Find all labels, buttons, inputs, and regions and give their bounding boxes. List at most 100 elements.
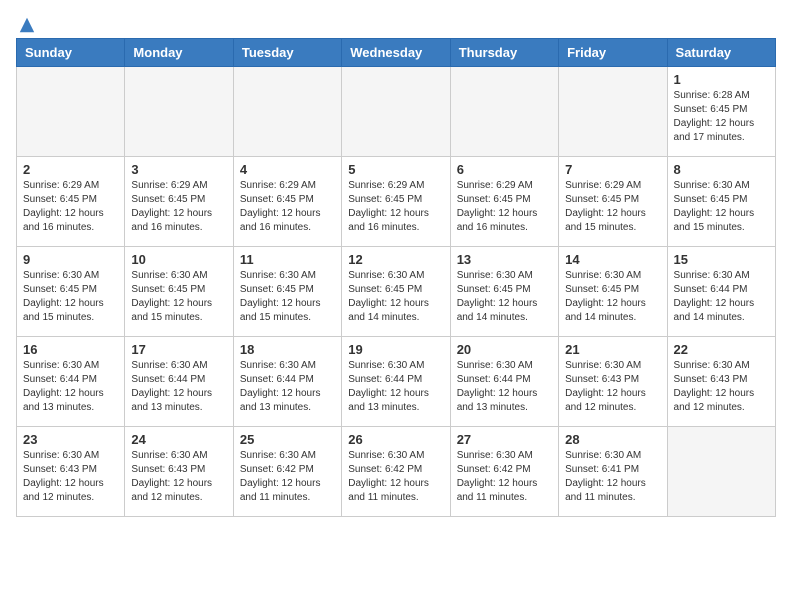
calendar-cell: 26 Sunrise: 6:30 AM Sunset: 6:42 PM Dayli… bbox=[342, 427, 450, 517]
calendar-cell: 10 Sunrise: 6:30 AM Sunset: 6:45 PM Dayli… bbox=[125, 247, 233, 337]
calendar-week-row: 23 Sunrise: 6:30 AM Sunset: 6:43 PM Dayli… bbox=[17, 427, 776, 517]
day-info: Sunrise: 6:28 AM Sunset: 6:45 PM Dayligh… bbox=[674, 89, 769, 145]
calendar-cell: 28 Sunrise: 6:30 AM Sunset: 6:41 PM Dayli… bbox=[559, 427, 667, 517]
day-info: Sunrise: 6:30 AM Sunset: 6:45 PM Dayligh… bbox=[131, 269, 226, 325]
calendar-cell bbox=[17, 67, 125, 157]
day-info: Sunrise: 6:30 AM Sunset: 6:44 PM Dayligh… bbox=[240, 359, 335, 415]
day-number: 12 bbox=[348, 252, 443, 267]
calendar-cell: 3 Sunrise: 6:29 AM Sunset: 6:45 PM Daylig… bbox=[125, 157, 233, 247]
day-info: Sunrise: 6:30 AM Sunset: 6:42 PM Dayligh… bbox=[348, 449, 443, 505]
day-number: 9 bbox=[23, 252, 118, 267]
logo-icon bbox=[18, 16, 36, 34]
calendar-cell: 13 Sunrise: 6:30 AM Sunset: 6:45 PM Dayli… bbox=[450, 247, 558, 337]
day-info: Sunrise: 6:30 AM Sunset: 6:45 PM Dayligh… bbox=[674, 179, 769, 235]
day-number: 25 bbox=[240, 432, 335, 447]
calendar-cell: 7 Sunrise: 6:29 AM Sunset: 6:45 PM Daylig… bbox=[559, 157, 667, 247]
day-number: 26 bbox=[348, 432, 443, 447]
calendar-cell: 22 Sunrise: 6:30 AM Sunset: 6:43 PM Dayli… bbox=[667, 337, 775, 427]
day-number: 1 bbox=[674, 72, 769, 87]
day-info: Sunrise: 6:29 AM Sunset: 6:45 PM Dayligh… bbox=[348, 179, 443, 235]
calendar-cell: 15Sunrise: 6:30 AM Sunset: 6:44 PM Dayli… bbox=[667, 247, 775, 337]
day-info: Sunrise: 6:30 AM Sunset: 6:45 PM Dayligh… bbox=[457, 269, 552, 325]
day-info: Sunrise: 6:30 AM Sunset: 6:44 PM Dayligh… bbox=[457, 359, 552, 415]
calendar-header-thursday: Thursday bbox=[450, 39, 558, 67]
day-number: 7 bbox=[565, 162, 660, 177]
day-number: 4 bbox=[240, 162, 335, 177]
day-number: 23 bbox=[23, 432, 118, 447]
calendar-week-row: 9 Sunrise: 6:30 AM Sunset: 6:45 PM Daylig… bbox=[17, 247, 776, 337]
calendar-header-row: SundayMondayTuesdayWednesdayThursdayFrid… bbox=[17, 39, 776, 67]
day-info: Sunrise: 6:30 AM Sunset: 6:41 PM Dayligh… bbox=[565, 449, 660, 505]
calendar-cell: 21 Sunrise: 6:30 AM Sunset: 6:43 PM Dayli… bbox=[559, 337, 667, 427]
day-number: 6 bbox=[457, 162, 552, 177]
calendar-cell: 12 Sunrise: 6:30 AM Sunset: 6:45 PM Dayli… bbox=[342, 247, 450, 337]
day-info: Sunrise: 6:30 AM Sunset: 6:45 PM Dayligh… bbox=[23, 269, 118, 325]
day-number: 14 bbox=[565, 252, 660, 267]
calendar-cell: 16 Sunrise: 6:30 AM Sunset: 6:44 PM Dayli… bbox=[17, 337, 125, 427]
calendar-cell: 2 Sunrise: 6:29 AM Sunset: 6:45 PM Daylig… bbox=[17, 157, 125, 247]
day-number: 27 bbox=[457, 432, 552, 447]
day-info: Sunrise: 6:29 AM Sunset: 6:45 PM Dayligh… bbox=[565, 179, 660, 235]
calendar-cell bbox=[342, 67, 450, 157]
day-info: Sunrise: 6:30 AM Sunset: 6:45 PM Dayligh… bbox=[565, 269, 660, 325]
day-number: 8 bbox=[674, 162, 769, 177]
calendar-cell: 11Sunrise: 6:30 AM Sunset: 6:45 PM Dayli… bbox=[233, 247, 341, 337]
day-number: 5 bbox=[348, 162, 443, 177]
logo bbox=[16, 16, 36, 30]
day-number: 17 bbox=[131, 342, 226, 357]
day-number: 19 bbox=[348, 342, 443, 357]
calendar-header-wednesday: Wednesday bbox=[342, 39, 450, 67]
header bbox=[16, 16, 776, 30]
calendar-table: SundayMondayTuesdayWednesdayThursdayFrid… bbox=[16, 38, 776, 517]
calendar-cell bbox=[233, 67, 341, 157]
day-info: Sunrise: 6:30 AM Sunset: 6:43 PM Dayligh… bbox=[565, 359, 660, 415]
calendar-cell: 17 Sunrise: 6:30 AM Sunset: 6:44 PM Dayli… bbox=[125, 337, 233, 427]
calendar-cell: 4 Sunrise: 6:29 AM Sunset: 6:45 PM Daylig… bbox=[233, 157, 341, 247]
day-info: Sunrise: 6:30 AM Sunset: 6:42 PM Dayligh… bbox=[457, 449, 552, 505]
day-info: Sunrise: 6:30 AM Sunset: 6:45 PM Dayligh… bbox=[240, 269, 335, 325]
calendar-cell bbox=[667, 427, 775, 517]
calendar-week-row: 16 Sunrise: 6:30 AM Sunset: 6:44 PM Dayli… bbox=[17, 337, 776, 427]
day-info: Sunrise: 6:29 AM Sunset: 6:45 PM Dayligh… bbox=[131, 179, 226, 235]
day-info: Sunrise: 6:29 AM Sunset: 6:45 PM Dayligh… bbox=[240, 179, 335, 235]
day-number: 16 bbox=[23, 342, 118, 357]
day-info: Sunrise: 6:30 AM Sunset: 6:44 PM Dayligh… bbox=[131, 359, 226, 415]
calendar-cell: 19 Sunrise: 6:30 AM Sunset: 6:44 PM Dayli… bbox=[342, 337, 450, 427]
day-info: Sunrise: 6:30 AM Sunset: 6:45 PM Dayligh… bbox=[348, 269, 443, 325]
day-info: Sunrise: 6:30 AM Sunset: 6:44 PM Dayligh… bbox=[348, 359, 443, 415]
day-number: 28 bbox=[565, 432, 660, 447]
calendar-cell bbox=[450, 67, 558, 157]
calendar-cell: 5 Sunrise: 6:29 AM Sunset: 6:45 PM Daylig… bbox=[342, 157, 450, 247]
day-number: 13 bbox=[457, 252, 552, 267]
day-number: 22 bbox=[674, 342, 769, 357]
calendar-cell: 27 Sunrise: 6:30 AM Sunset: 6:42 PM Dayli… bbox=[450, 427, 558, 517]
day-info: Sunrise: 6:30 AM Sunset: 6:43 PM Dayligh… bbox=[674, 359, 769, 415]
calendar-cell: 18 Sunrise: 6:30 AM Sunset: 6:44 PM Dayli… bbox=[233, 337, 341, 427]
calendar-header-friday: Friday bbox=[559, 39, 667, 67]
day-number: 24 bbox=[131, 432, 226, 447]
day-number: 18 bbox=[240, 342, 335, 357]
day-number: 15 bbox=[674, 252, 769, 267]
day-info: Sunrise: 6:29 AM Sunset: 6:45 PM Dayligh… bbox=[23, 179, 118, 235]
calendar-week-row: 2 Sunrise: 6:29 AM Sunset: 6:45 PM Daylig… bbox=[17, 157, 776, 247]
day-info: Sunrise: 6:30 AM Sunset: 6:43 PM Dayligh… bbox=[131, 449, 226, 505]
day-number: 3 bbox=[131, 162, 226, 177]
day-number: 10 bbox=[131, 252, 226, 267]
day-number: 21 bbox=[565, 342, 660, 357]
day-info: Sunrise: 6:30 AM Sunset: 6:44 PM Dayligh… bbox=[23, 359, 118, 415]
day-number: 20 bbox=[457, 342, 552, 357]
calendar-cell: 20 Sunrise: 6:30 AM Sunset: 6:44 PM Dayli… bbox=[450, 337, 558, 427]
calendar-cell: 25Sunrise: 6:30 AM Sunset: 6:42 PM Dayli… bbox=[233, 427, 341, 517]
calendar-header-monday: Monday bbox=[125, 39, 233, 67]
calendar-cell bbox=[559, 67, 667, 157]
day-info: Sunrise: 6:30 AM Sunset: 6:43 PM Dayligh… bbox=[23, 449, 118, 505]
calendar-cell: 24 Sunrise: 6:30 AM Sunset: 6:43 PM Dayli… bbox=[125, 427, 233, 517]
day-info: Sunrise: 6:29 AM Sunset: 6:45 PM Dayligh… bbox=[457, 179, 552, 235]
calendar-cell: 9 Sunrise: 6:30 AM Sunset: 6:45 PM Daylig… bbox=[17, 247, 125, 337]
calendar-cell: 1 Sunrise: 6:28 AM Sunset: 6:45 PM Daylig… bbox=[667, 67, 775, 157]
calendar-cell: 8 Sunrise: 6:30 AM Sunset: 6:45 PM Daylig… bbox=[667, 157, 775, 247]
day-number: 2 bbox=[23, 162, 118, 177]
calendar-cell bbox=[125, 67, 233, 157]
calendar-cell: 6 Sunrise: 6:29 AM Sunset: 6:45 PM Daylig… bbox=[450, 157, 558, 247]
calendar-header-sunday: Sunday bbox=[17, 39, 125, 67]
